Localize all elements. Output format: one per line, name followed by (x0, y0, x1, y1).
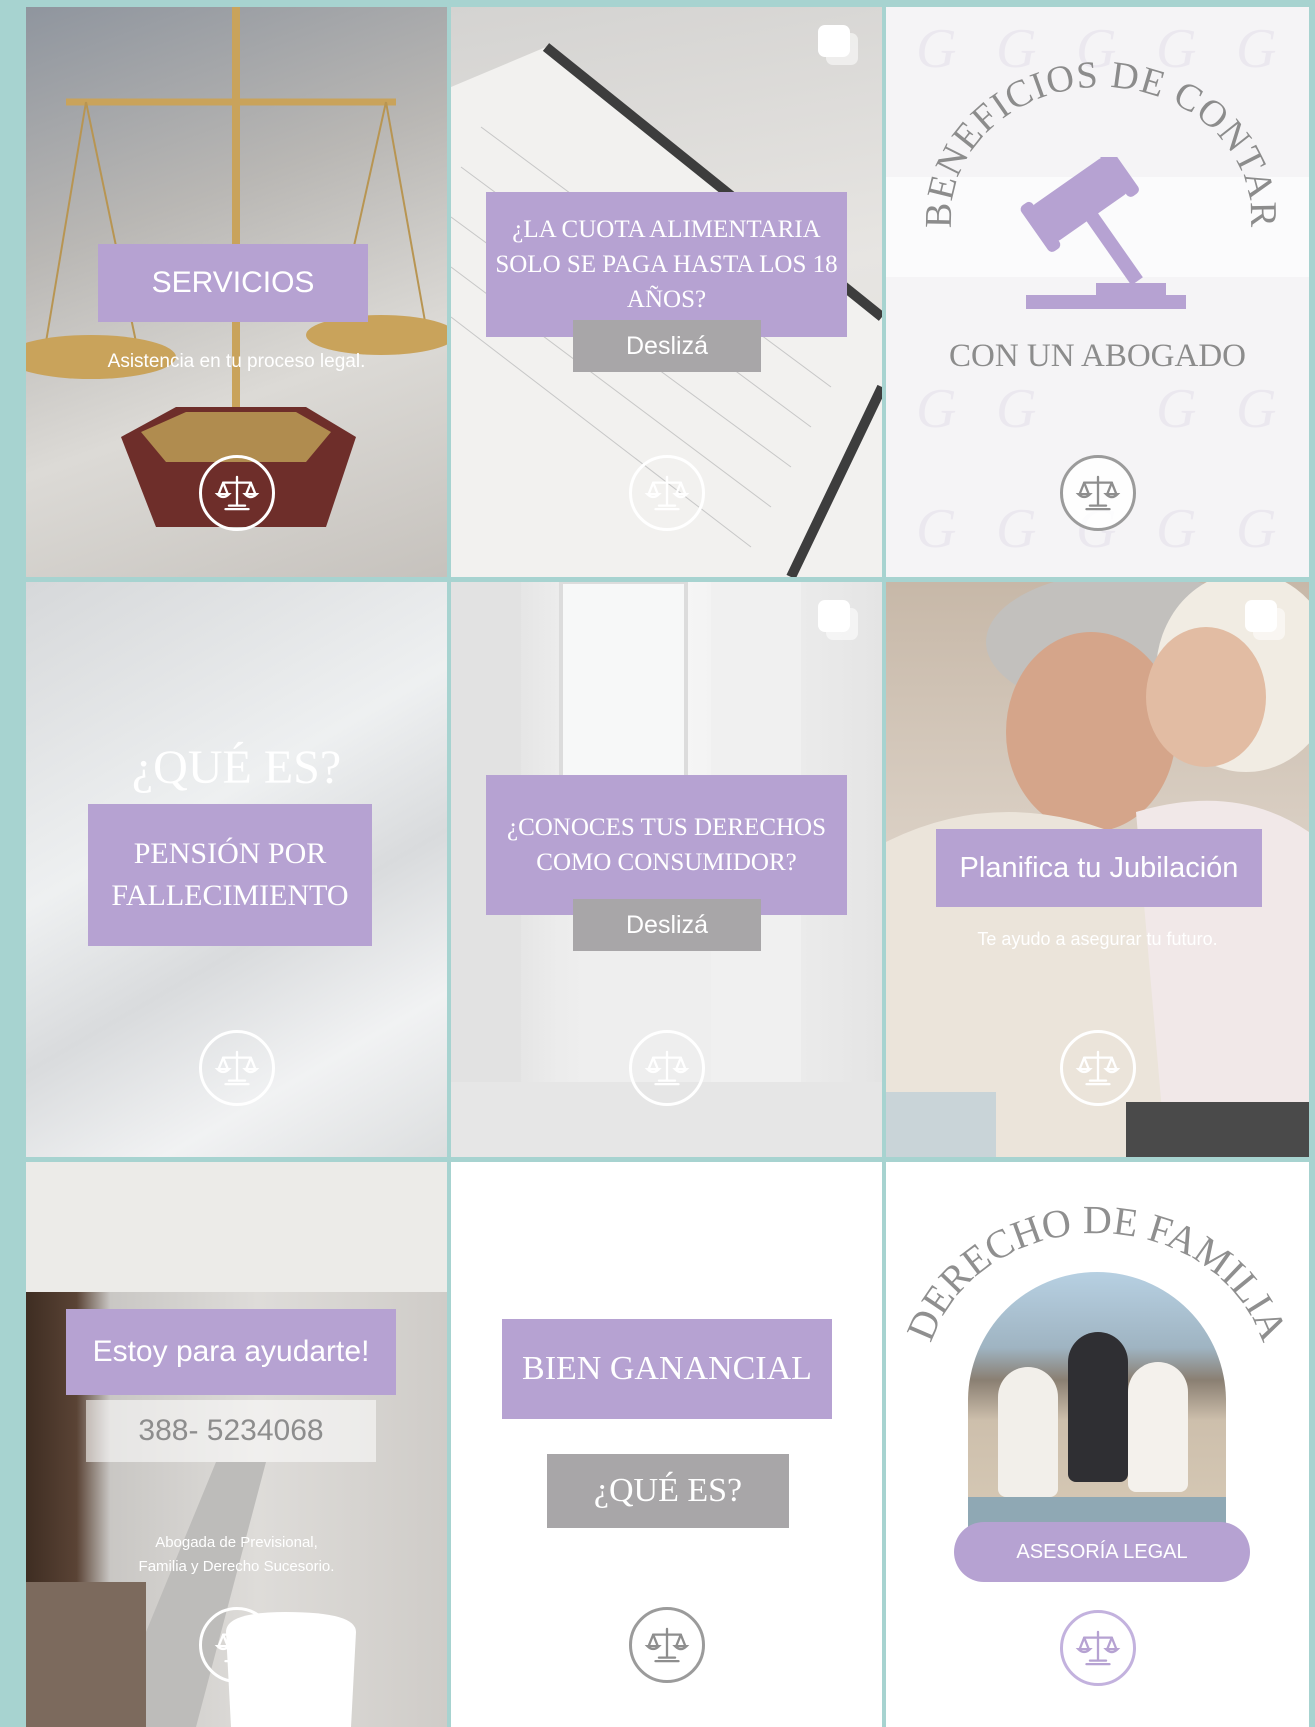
swipe-button[interactable]: Deslizá (573, 899, 761, 951)
scales-of-justice-icon (198, 1030, 275, 1106)
scales-of-justice-icon (628, 1030, 705, 1106)
svg-text:G: G (1236, 498, 1276, 560)
post-title: CON UN ABOGADO (948, 337, 1247, 374)
gavel-icon (1020, 157, 1186, 309)
post-title: PENSIÓN POR FALLECIMIENTO (88, 804, 372, 946)
scales-of-justice-icon (628, 1607, 705, 1683)
post-tile-derecho-familia[interactable]: DERECHO DE FAMILIA ASESORÍA LEGAL (886, 1162, 1309, 1727)
scales-of-justice-icon (1059, 1610, 1136, 1686)
scales-of-justice-icon (1059, 455, 1136, 531)
post-heading: ¿QUÉ ES? (131, 740, 342, 794)
svg-text:G: G (916, 498, 956, 560)
multiple-images-icon (818, 600, 860, 642)
post-title: ¿CONOCES TUS DERECHOS COMO CONSUMIDOR? (486, 775, 847, 915)
svg-text:G: G (1156, 498, 1196, 560)
post-title: SERVICIOS (98, 244, 368, 322)
post-tile-beneficios-abogado[interactable]: G G G G G G G G G G G G G G BENEFICIOS D… (886, 7, 1309, 577)
post-tile-contacto[interactable]: Estoy para ayudarte! 388- 5234068 Abogad… (26, 1162, 447, 1727)
scales-of-justice-icon (198, 1607, 275, 1683)
post-subtitle: Asistencia en tu proceso legal. (107, 351, 366, 372)
post-grid: SERVICIOS Asistencia en tu proceso legal… (26, 7, 1309, 1727)
footer-line-2: Familia y Derecho Sucesorio. (138, 1557, 335, 1575)
post-tile-servicios[interactable]: SERVICIOS Asistencia en tu proceso legal… (26, 7, 447, 577)
svg-text:G: G (996, 498, 1036, 560)
family-photo (968, 1272, 1226, 1542)
post-title: Planifica tu Jubilación (936, 829, 1262, 907)
post-tile-jubilacion[interactable]: Planifica tu Jubilación Te ayudo a asegu… (886, 582, 1309, 1157)
post-tile-bien-ganancial[interactable]: BIEN GANANCIAL ¿QUÉ ES? (451, 1162, 882, 1727)
post-tile-derechos-consumidor[interactable]: ¿CONOCES TUS DERECHOS COMO CONSUMIDOR? D… (451, 582, 882, 1157)
svg-text:G: G (1236, 378, 1276, 440)
svg-text:G: G (1156, 378, 1196, 440)
scales-of-justice-icon (198, 455, 275, 531)
svg-text:G: G (916, 378, 956, 440)
post-title: BIEN GANANCIAL (502, 1319, 832, 1419)
scales-of-justice-icon (1059, 1030, 1136, 1106)
svg-text:G: G (996, 378, 1036, 440)
post-title: ¿LA CUOTA ALIMENTARIA SOLO SE PAGA HASTA… (486, 192, 847, 337)
footer-line-1: Abogada de Previsional, (155, 1533, 318, 1551)
scales-of-justice-icon (628, 455, 705, 531)
post-subtitle: Te ayudo a asegurar tu futuro. (977, 928, 1218, 949)
post-tile-pension-fallecimiento[interactable]: ¿QUÉ ES? PENSIÓN POR FALLECIMIENTO (26, 582, 447, 1157)
multiple-images-icon (1245, 600, 1287, 642)
multiple-images-icon (818, 25, 860, 67)
post-subtitle: ¿QUÉ ES? (547, 1454, 789, 1528)
post-title: Estoy para ayudarte! (66, 1309, 396, 1395)
phone-number[interactable]: 388- 5234068 (86, 1400, 376, 1462)
swipe-button[interactable]: Deslizá (573, 320, 761, 372)
post-tile-cuota-alimentaria[interactable]: ¿LA CUOTA ALIMENTARIA SOLO SE PAGA HASTA… (451, 7, 882, 577)
service-pill[interactable]: ASESORÍA LEGAL (954, 1522, 1250, 1582)
